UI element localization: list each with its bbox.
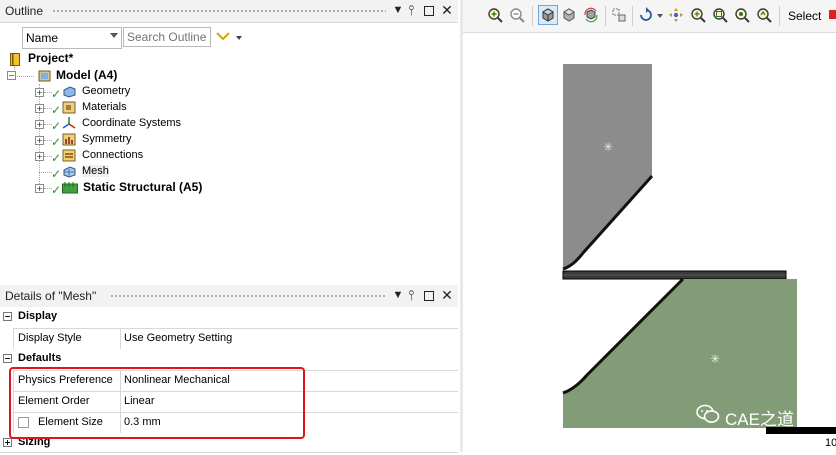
pin-toggle-icon[interactable]: ⫯ — [405, 3, 417, 17]
expand-icon[interactable]: + — [35, 120, 44, 129]
body-center-marker: ✳ — [603, 140, 613, 154]
tree-item-connections[interactable]: + ✓ Connections — [34, 148, 254, 164]
project-icon — [10, 53, 20, 66]
materials-icon — [62, 101, 76, 114]
view-toolbar: Select — [463, 0, 836, 33]
name-filter-combo[interactable]: Name — [22, 27, 122, 49]
display-style-label: Display Style — [18, 332, 82, 344]
upper-body — [563, 64, 652, 269]
pin-icon[interactable]: ▼ — [392, 4, 404, 17]
drag-grip[interactable] — [110, 294, 386, 298]
rotate-arrow-icon[interactable] — [638, 7, 654, 23]
coordinate-axes-icon — [62, 117, 76, 129]
watermark-text: CAE之道 — [725, 410, 794, 429]
check-icon: ✓ — [51, 87, 62, 101]
tree-label-symmetry: Symmetry — [82, 133, 132, 145]
left-panel: Outline ▼ ⫯ ✕ Name Project* − Model (A4)… — [0, 0, 460, 453]
outline-header: Outline ▼ ⫯ ✕ — [0, 0, 458, 23]
tree-label-coordinate-systems: Coordinate Systems — [82, 117, 182, 129]
check-icon: ✓ — [51, 119, 62, 133]
pin-toggle-icon[interactable]: ⫯ — [405, 288, 417, 302]
box-select-icon[interactable] — [611, 7, 627, 23]
tree-item-coordinate-systems[interactable]: + ✓ Coordinate Systems — [34, 116, 254, 132]
zoom-in-icon[interactable] — [487, 7, 503, 23]
tree-item-materials[interactable]: + ✓ Materials — [34, 100, 254, 116]
tree-label-project: Project* — [28, 51, 74, 65]
select-mode-label[interactable]: Select — [788, 9, 821, 23]
expand-icon[interactable]: + — [35, 184, 44, 193]
close-icon[interactable]: ✕ — [441, 288, 453, 302]
zoom-fit-icon[interactable] — [734, 7, 750, 23]
tree-label-mesh: Mesh — [82, 165, 109, 177]
rotate-icon[interactable] — [583, 7, 599, 23]
expand-icon[interactable]: + — [35, 88, 44, 97]
collapse-icon[interactable]: − — [3, 312, 12, 321]
tree-item-project[interactable]: Project* — [6, 51, 206, 67]
connections-icon — [62, 149, 76, 162]
mesh-icon — [62, 166, 76, 178]
graphics-viewport[interactable]: ✳ ✳ CAE之道 10 — [463, 33, 836, 452]
maximize-icon[interactable] — [424, 291, 434, 301]
select-mode-icon[interactable] — [829, 10, 836, 19]
static-structural-icon — [62, 181, 78, 194]
expand-icon[interactable]: + — [35, 104, 44, 113]
symmetry-icon — [62, 133, 76, 146]
check-icon: ✓ — [51, 135, 62, 149]
zoom-magnify-icon[interactable] — [756, 7, 772, 23]
pan-icon[interactable] — [668, 7, 684, 23]
check-icon: ✓ — [51, 167, 62, 181]
name-combo-label: Name — [26, 31, 59, 45]
tree-item-geometry[interactable]: + ✓ Geometry — [34, 84, 254, 100]
tree-item-mesh[interactable]: ✓ Mesh — [34, 164, 254, 180]
expand-icon[interactable]: + — [35, 152, 44, 161]
check-icon: ✓ — [51, 183, 62, 197]
pin-icon[interactable]: ▼ — [392, 289, 404, 302]
tree-label-geometry: Geometry — [82, 85, 131, 97]
details-header: Details of "Mesh" ▼ ⫯ ✕ — [0, 285, 458, 308]
expand-icon[interactable]: + — [3, 438, 12, 447]
zoom-icon[interactable] — [690, 7, 706, 23]
tree-label-static-structural: Static Structural (A5) — [83, 180, 203, 194]
check-icon: ✓ — [51, 151, 62, 165]
tree-item-symmetry[interactable]: + ✓ Symmetry — [34, 132, 254, 148]
chevron-down-icon — [110, 33, 118, 38]
scale-corner-text: 10 — [825, 437, 836, 449]
body-center-marker: ✳ — [710, 352, 720, 366]
outline-title: Outline — [5, 4, 44, 18]
category-label: Display — [18, 310, 58, 322]
display-style-value[interactable]: Use Geometry Setting — [124, 332, 232, 344]
geometry-icon — [62, 86, 76, 98]
check-icon: ✓ — [51, 103, 62, 117]
search-outline-input[interactable] — [123, 27, 211, 47]
tree-label-materials: Materials — [82, 101, 127, 113]
model-geometry: ✳ ✳ — [562, 64, 836, 434]
zoom-box-icon[interactable] — [712, 7, 728, 23]
box-view-icon[interactable] — [561, 7, 577, 23]
expand-chevron-icon[interactable] — [216, 30, 230, 42]
highlight-annotation — [9, 367, 305, 439]
collapse-icon[interactable]: − — [7, 71, 16, 80]
tree-label-connections: Connections — [82, 149, 144, 161]
rotate-dropdown-icon[interactable] — [657, 14, 663, 18]
category-label: Defaults — [18, 352, 62, 364]
tree-label-model: Model (A4) — [56, 68, 118, 82]
drag-grip[interactable] — [52, 9, 386, 13]
collapse-icon[interactable]: − — [3, 354, 12, 363]
dropdown-arrow-icon[interactable] — [236, 36, 242, 40]
details-title: Details of "Mesh" — [5, 289, 97, 303]
tree-item-static-structural[interactable]: + ✓ Static Structural (A5) — [34, 180, 274, 196]
model-icon — [38, 69, 52, 82]
close-icon[interactable]: ✕ — [441, 3, 453, 17]
wechat-icon — [696, 403, 720, 425]
zoom-out-icon[interactable] — [509, 7, 525, 23]
maximize-icon[interactable] — [424, 6, 434, 16]
iso-view-icon[interactable] — [538, 5, 558, 25]
row-display-style[interactable]: Display Style Use Geometry Setting — [0, 328, 458, 350]
expand-icon[interactable]: + — [35, 136, 44, 145]
tree-item-model[interactable]: − Model (A4) — [6, 68, 206, 84]
category-display[interactable]: − Display — [0, 307, 458, 329]
